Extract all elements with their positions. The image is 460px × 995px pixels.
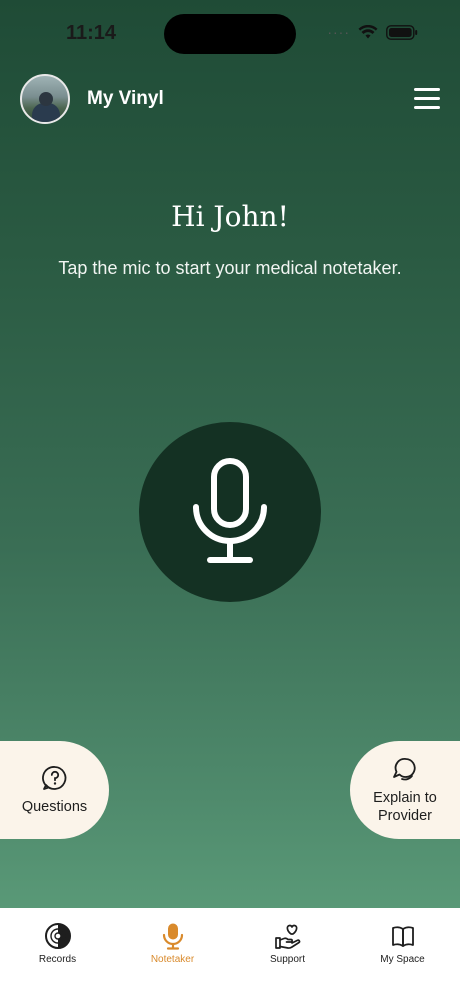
microphone-icon — [193, 458, 267, 563]
questions-label: Questions — [21, 799, 88, 815]
dynamic-island — [164, 14, 296, 54]
menu-button[interactable] — [414, 88, 440, 110]
vinyl-record-icon — [44, 923, 71, 949]
status-bar: 11:14 ···· — [0, 0, 460, 70]
explain-label: Explain to Provider — [373, 790, 437, 824]
tab-support[interactable]: Support — [230, 922, 345, 995]
avatar[interactable] — [20, 74, 70, 124]
explain-to-provider-button[interactable]: Explain to Provider — [350, 741, 460, 839]
menu-line — [414, 106, 440, 109]
book-icon — [391, 926, 414, 947]
questions-button[interactable]: Questions — [0, 741, 109, 839]
avatar-figure-body — [32, 103, 60, 122]
tab-records[interactable]: Records — [0, 922, 115, 995]
wifi-icon — [358, 24, 378, 38]
tab-my-space[interactable]: My Space — [345, 922, 460, 995]
greeting-title: Hi John! — [171, 200, 289, 233]
app-header: My Vinyl — [20, 74, 440, 126]
signal-icon: ···· — [327, 24, 350, 40]
chat-bubbles-icon — [393, 758, 416, 781]
tab-label: Notetaker — [150, 954, 195, 965]
record-mic-button[interactable] — [139, 422, 321, 602]
tab-label: My Space — [380, 954, 425, 965]
heart-hand-icon — [274, 924, 300, 949]
greeting-subtitle: Tap the mic to start your medical noteta… — [58, 258, 402, 278]
microphone-icon — [162, 923, 183, 950]
battery-icon — [386, 24, 418, 40]
tab-notetaker[interactable]: Notetaker — [115, 922, 230, 995]
tab-label: Support — [269, 954, 306, 965]
status-time: 11:14 — [66, 22, 117, 44]
avatar-figure-head — [39, 92, 53, 106]
tab-label: Records — [38, 954, 77, 965]
menu-line — [414, 97, 440, 100]
menu-line — [414, 88, 440, 91]
question-bubble-icon — [41, 766, 66, 790]
bottom-tab-bar: Records Notetaker Support My Space — [0, 908, 460, 995]
status-icons: ···· — [327, 24, 418, 40]
app-name: My Vinyl — [87, 88, 164, 109]
